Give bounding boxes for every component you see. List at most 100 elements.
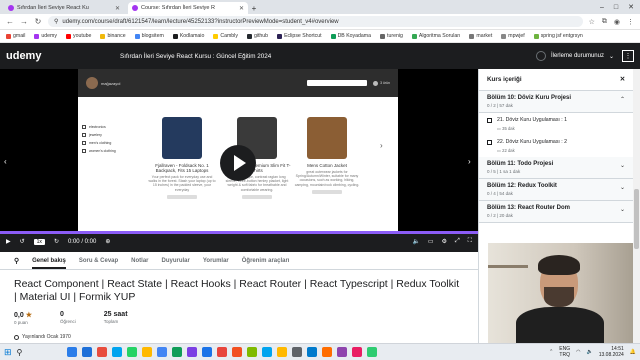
expand-icon[interactable]: ⛶ xyxy=(468,238,472,245)
sidebar-section[interactable]: Bölüm 11: Todo Projesi 0 / 5 | 1 sa 1 dak… xyxy=(479,157,633,179)
taskbar-app-icon[interactable] xyxy=(142,347,153,357)
speaker-icon[interactable]: 🔈 xyxy=(587,349,593,355)
rewind-icon[interactable]: ↺ xyxy=(20,238,25,245)
video-progress-bar[interactable] xyxy=(0,231,478,234)
back-icon[interactable]: ← xyxy=(6,17,14,26)
tab-3[interactable]: Duyurular xyxy=(162,258,190,264)
bookmark-item[interactable]: DB Koyadama xyxy=(330,33,371,39)
taskbar-app-icon[interactable] xyxy=(322,347,333,357)
previous-lecture-icon[interactable]: ‹ xyxy=(4,157,7,166)
captions-icon[interactable]: ▭ xyxy=(428,238,434,245)
taskbar-app-icon[interactable] xyxy=(352,347,363,357)
sidebar-section[interactable]: Bölüm 12: Redux Toolkit 0 / 4 | 54 dak ⌄ xyxy=(479,179,633,201)
bookmark-item[interactable]: mpwjef xyxy=(501,33,525,39)
close-window-button[interactable]: ✕ xyxy=(628,3,634,11)
menu-icon[interactable]: ⋮ xyxy=(627,18,634,26)
sidebar-section[interactable]: Bölüm 13: React Router Dom 0 / 2 | 20 dak… xyxy=(479,201,633,223)
taskbar-app-icon[interactable] xyxy=(367,347,378,357)
taskbar-app-icon[interactable] xyxy=(157,347,168,357)
forward-icon[interactable]: ↻ xyxy=(54,238,59,245)
tray-chevron-icon[interactable]: ⌃ xyxy=(549,349,553,355)
tab-2[interactable]: Notlar xyxy=(131,258,148,264)
profile-icon[interactable]: ◉ xyxy=(614,18,620,26)
sidebar-section[interactable]: Bölüm 10: Döviz Kuru Projesi 0 / 2 | 57 d… xyxy=(479,91,633,113)
progress-widget[interactable]: İlerleme durumunuz ⌄ xyxy=(535,51,614,61)
wifi-icon[interactable]: ◠ xyxy=(576,349,580,355)
taskbar-app-icon[interactable] xyxy=(232,347,243,357)
scrollbar-thumb[interactable] xyxy=(634,189,639,249)
close-tab-icon[interactable]: ✕ xyxy=(239,5,244,12)
search-icon[interactable]: ⚲ xyxy=(14,257,19,265)
bookmark-item[interactable]: Kodlamaio xyxy=(172,33,204,39)
fullscreen-icon[interactable]: ⤢ xyxy=(455,238,460,245)
taskbar-app-icon[interactable] xyxy=(82,347,93,357)
clock[interactable]: 14:51 13.08.2024 xyxy=(599,346,624,358)
tab-5[interactable]: Öğrenim araçları xyxy=(242,258,290,264)
volume-icon[interactable]: 🔈 xyxy=(412,238,419,245)
taskbar-app-icon[interactable] xyxy=(187,347,198,357)
minimize-button[interactable]: – xyxy=(600,4,604,11)
taskbar-app-icon[interactable] xyxy=(307,347,318,357)
taskbar-app-icon[interactable] xyxy=(97,347,108,357)
taskbar-app-icon[interactable] xyxy=(337,347,348,357)
url-field[interactable]: ⚲ udemy.com/course/draft/6121547/learn/l… xyxy=(48,16,583,27)
lesson-item[interactable]: 21. Döviz Kuru Uygulaması : 1 ▭ 35 dak xyxy=(479,113,633,135)
taskbar-search-icon[interactable]: ⚲ xyxy=(17,348,23,357)
browser-tab[interactable]: Sıfırdan İleri Seviye React Ku ✕ xyxy=(4,2,124,14)
language-indicator[interactable]: ENG TRQ xyxy=(559,346,570,358)
video-player[interactable]: mağazayol 3 ürün electronics jewelery men'… xyxy=(0,69,478,252)
bookmark-item[interactable]: binance xyxy=(100,33,126,39)
bookmark-star-icon[interactable]: ☆ xyxy=(589,18,595,26)
taskbar-app-icon[interactable] xyxy=(217,347,228,357)
browser-tab-active[interactable]: Course: Sıfırdan İleri Seviye R ✕ xyxy=(128,2,248,14)
bookmark-item[interactable]: Eclipse Shortcut xyxy=(277,33,322,39)
maximize-button[interactable]: □ xyxy=(614,4,618,11)
sidebar-scrollbar[interactable] xyxy=(633,69,640,343)
taskbar-app-icon[interactable] xyxy=(247,347,258,357)
bookmark-item[interactable]: spring jsf entgrsyn xyxy=(533,33,583,39)
taskbar-app-icon[interactable] xyxy=(67,347,78,357)
udemy-logo[interactable]: udemy xyxy=(0,50,120,62)
windows-start-icon[interactable]: ⊞ xyxy=(4,347,12,358)
taskbar-app-icon[interactable] xyxy=(292,347,303,357)
lesson-checkbox-icon[interactable] xyxy=(487,140,492,145)
add-note-icon[interactable]: ⊕ xyxy=(105,238,110,245)
bookmark-item[interactable]: turenig xyxy=(380,33,403,39)
bookmark-item[interactable]: market xyxy=(469,33,492,39)
forward-icon[interactable]: → xyxy=(20,17,28,26)
extensions-icon[interactable]: ⧉ xyxy=(602,18,607,26)
bookmark-item[interactable]: gmail xyxy=(6,33,25,39)
next-lecture-icon[interactable]: › xyxy=(468,157,471,166)
site-info-icon[interactable]: ⚲ xyxy=(54,18,58,25)
notifications-icon[interactable]: 🔔 xyxy=(630,349,636,355)
settings-icon[interactable]: ⚙ xyxy=(442,238,447,245)
new-tab-button[interactable]: + xyxy=(248,2,260,14)
bookmark-item[interactable]: Cambly xyxy=(213,33,238,39)
taskbar-app-icon[interactable] xyxy=(262,347,273,357)
bookmark-item[interactable]: Algoritma Soruları xyxy=(411,33,460,39)
taskbar: ⊞ ⚲ ⌃ ENG TRQ ◠ 🔈 14:51 13.08.2024 🔔 xyxy=(0,343,640,360)
bookmark-item[interactable]: youtube xyxy=(65,33,91,39)
taskbar-app-icon[interactable] xyxy=(112,347,123,357)
taskbar-app-icon[interactable] xyxy=(277,347,288,357)
close-sidebar-icon[interactable]: ✕ xyxy=(620,76,625,83)
play-icon[interactable] xyxy=(220,145,256,181)
taskbar-app-icon[interactable] xyxy=(172,347,183,357)
reload-icon[interactable]: ↻ xyxy=(34,17,42,26)
taskbar-app-icon[interactable] xyxy=(127,347,138,357)
lesson-checkbox-icon[interactable] xyxy=(487,118,492,123)
more-options-button[interactable]: ⋮ xyxy=(622,50,634,62)
bookmark-item[interactable]: udemy xyxy=(34,33,57,39)
taskbar-app-icon[interactable] xyxy=(202,347,213,357)
play-small-icon[interactable]: ▶ xyxy=(6,238,11,245)
close-tab-icon[interactable]: ✕ xyxy=(115,5,120,12)
tab-1[interactable]: Soru & Cevap xyxy=(79,258,118,264)
speed-button[interactable]: 1x xyxy=(33,238,45,245)
course-title[interactable]: Sıfırdan İleri Seviye React Kursu : Günc… xyxy=(120,53,400,60)
tab-0[interactable]: Genel bakış xyxy=(32,258,66,269)
bookmark-label: Eclipse Shortcut xyxy=(284,33,322,39)
lesson-item[interactable]: 22. Döviz Kuru Uygulaması : 2 ▭ 22 dak xyxy=(479,135,633,157)
bookmark-item[interactable]: github xyxy=(246,33,268,39)
bookmark-item[interactable]: blogsitem xyxy=(134,33,164,39)
tab-4[interactable]: Yorumlar xyxy=(203,258,229,264)
